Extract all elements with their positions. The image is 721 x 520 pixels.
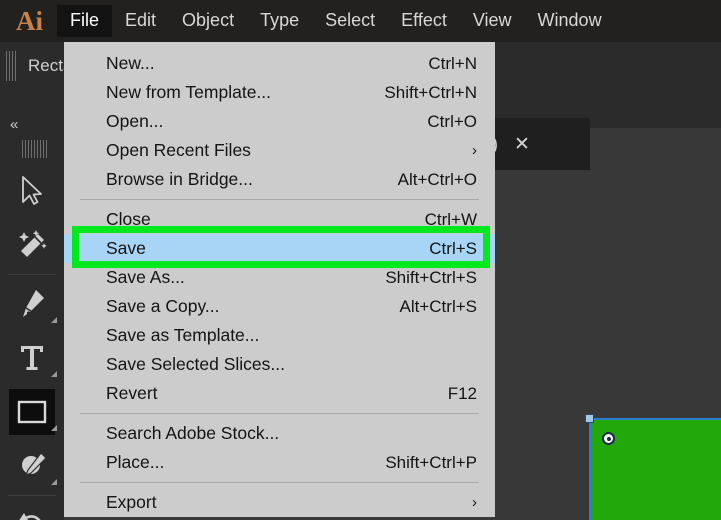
magic-wand-tool[interactable] [0,218,64,272]
menu-item-label: Save as Template... [106,325,260,345]
menu-item-new[interactable]: New... Ctrl+N [64,49,495,78]
menu-item-save-as[interactable]: Save As... Shift+Ctrl+S [64,263,495,292]
menu-item-shortcut: Ctrl+W [424,209,477,229]
type-tool[interactable] [0,331,64,385]
live-corner-widget[interactable] [602,432,615,445]
tools-divider [8,274,56,275]
menu-item-shortcut: F12 [447,383,477,403]
menubar-item-view[interactable]: View [460,5,525,37]
rectangle-tool[interactable] [0,385,64,439]
tool-flyout-indicator[interactable] [51,479,57,485]
shaper-tool[interactable] [0,439,64,493]
control-bar-grip[interactable] [6,51,16,81]
close-icon[interactable]: ✕ [514,135,530,154]
menu-item-label: New... [106,53,155,73]
menu-item-new-from-template[interactable]: New from Template... Shift+Ctrl+N [64,78,495,107]
illustrator-window: Recta Uniform ew) ✕ « [0,0,721,520]
menubar-item-effect[interactable]: Effect [388,5,460,37]
menu-item-label: Browse in Bridge... [106,169,253,189]
menu-item-label: Open Recent Files [106,140,251,160]
menu-item-shortcut: Shift+Ctrl+P [385,452,477,472]
tool-flyout-indicator[interactable] [51,317,57,323]
tools-panel: « [0,110,64,520]
tool-flyout-indicator[interactable] [51,371,57,377]
menu-item-save-selected-slices[interactable]: Save Selected Slices... [64,350,495,379]
menu-item-browse-in-bridge[interactable]: Browse in Bridge... Alt+Ctrl+O [64,165,495,194]
menu-item-shortcut: Shift+Ctrl+N [384,82,477,102]
menubar-item-type[interactable]: Type [247,5,312,37]
menu-separator [80,199,479,200]
menubar-item-object[interactable]: Object [169,5,247,37]
menu-item-label: New from Template... [106,82,272,102]
menu-item-label: Revert [106,383,158,403]
chevron-right-icon: › [472,494,477,511]
file-menu-dropdown[interactable]: New... Ctrl+N New from Template... Shift+Ct… [64,42,495,517]
menubar-item-file[interactable]: File [57,5,113,37]
menu-item-place[interactable]: Place... Shift+Ctrl+P [64,448,495,477]
collapse-panel-button[interactable]: « [0,110,64,138]
menu-item-label: Search Adobe Stock... [106,423,280,443]
menu-item-shortcut: Alt+Ctrl+O [397,169,477,189]
selection-anchor-handle[interactable] [585,414,594,423]
menu-item-shortcut: Shift+Ctrl+S [385,267,477,287]
menu-item-label: Open... [106,111,164,131]
selection-tool[interactable] [0,164,64,218]
menu-separator [80,413,479,414]
menu-item-export[interactable]: Export › [64,488,495,517]
menu-item-search-adobe-stock[interactable]: Search Adobe Stock... [64,419,495,448]
chevron-right-icon: › [472,142,477,159]
pen-tool[interactable] [0,277,64,331]
menu-item-save[interactable]: Save Ctrl+S [64,234,495,263]
menu-separator [80,482,479,483]
tools-panel-grip[interactable] [22,140,48,158]
menu-item-shortcut: Ctrl+O [427,111,477,131]
menu-item-label: Place... [106,452,165,472]
tool-flyout-indicator[interactable] [51,425,57,431]
menubar-item-edit[interactable]: Edit [112,5,169,37]
menu-item-open[interactable]: Open... Ctrl+O [64,107,495,136]
menu-item-shortcut: Ctrl+S [429,238,477,258]
menu-item-save-a-copy[interactable]: Save a Copy... Alt+Ctrl+S [64,292,495,321]
menu-item-label: Save As... [106,267,185,287]
rotate-tool[interactable] [0,498,64,520]
menu-item-close[interactable]: Close Ctrl+W [64,205,495,234]
menu-item-label: Export [106,492,157,512]
menu-item-revert[interactable]: Revert F12 [64,379,495,408]
menu-item-save-as-template[interactable]: Save as Template... [64,321,495,350]
ai-logo-icon: Ai [16,5,43,36]
menu-item-label: Save a Copy... [106,296,220,316]
menu-item-label: Save Selected Slices... [106,354,285,374]
tools-divider [8,495,56,496]
menu-bar: Ai File Edit Object Type Select Effect V… [0,0,721,42]
menu-item-label: Close [106,209,151,229]
menu-item-shortcut: Ctrl+N [428,53,477,73]
menu-item-shortcut: Alt+Ctrl+S [399,296,477,316]
menu-item-label: Save [106,238,146,258]
menubar-item-select[interactable]: Select [312,5,388,37]
menubar-item-window[interactable]: Window [525,5,615,37]
menu-item-open-recent-files[interactable]: Open Recent Files › [64,136,495,165]
